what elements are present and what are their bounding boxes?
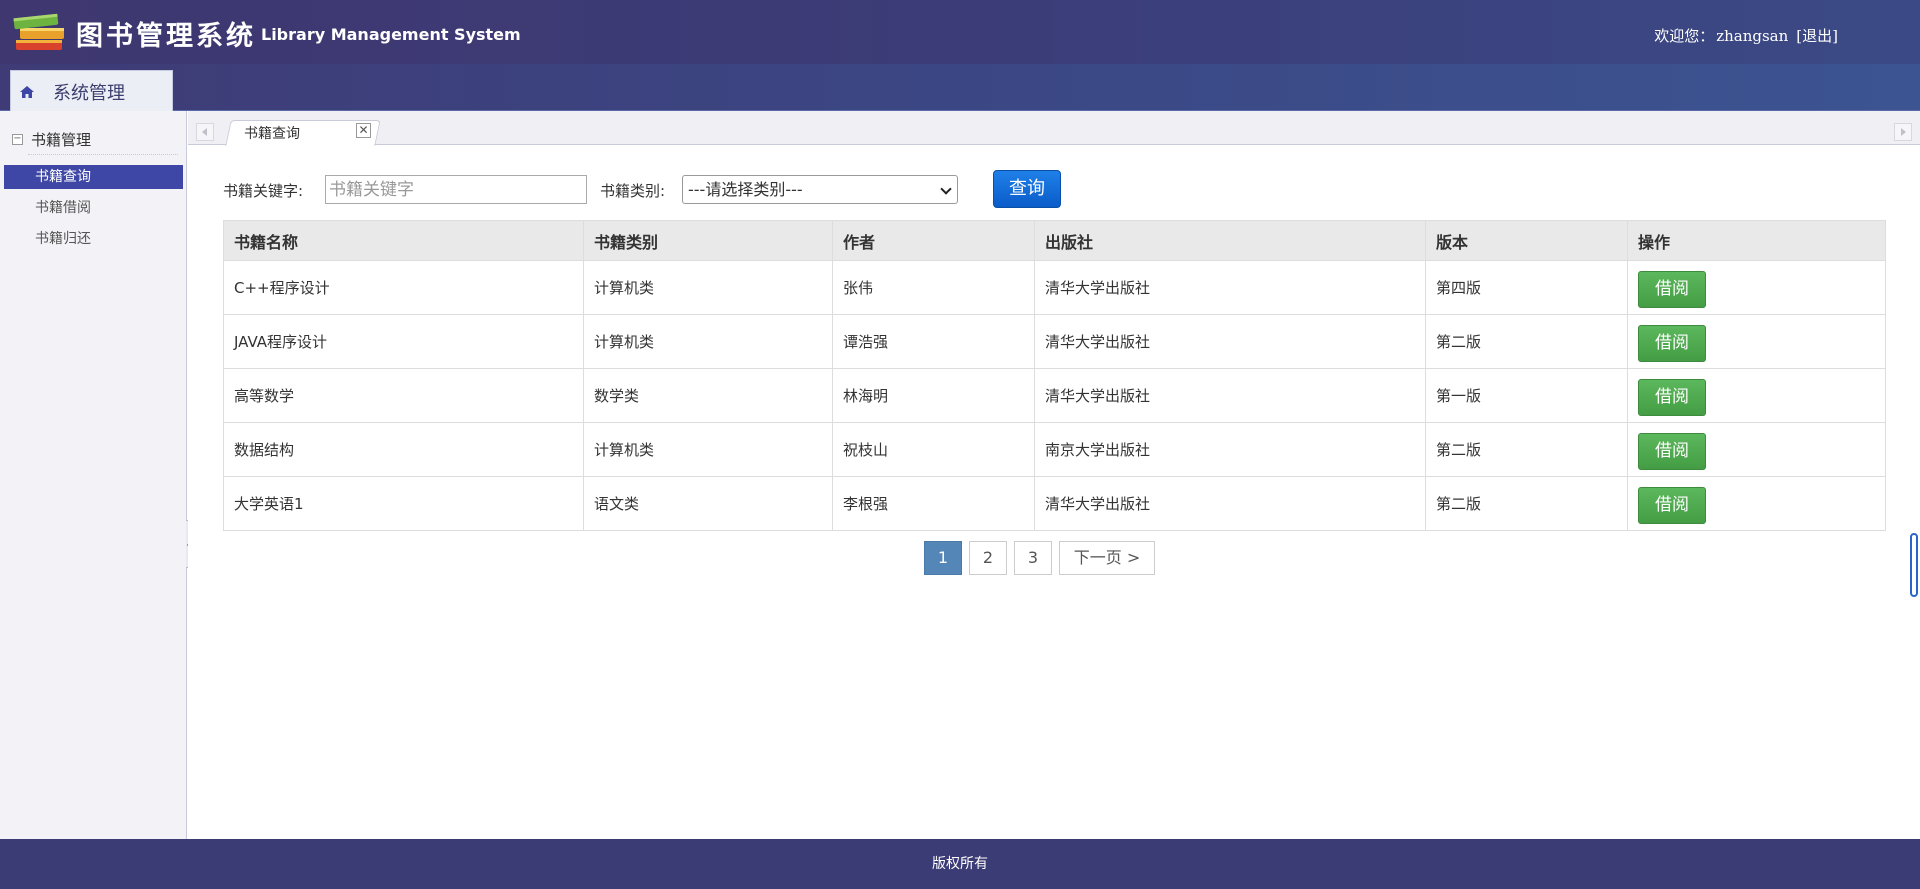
- category-label: 书籍类别:: [600, 182, 666, 200]
- keyword-label: 书籍关键字:: [223, 182, 304, 200]
- col-header-action: 操作: [1627, 220, 1886, 261]
- app-subtitle: Library Management System: [261, 25, 521, 44]
- query-button[interactable]: 查询: [993, 170, 1061, 208]
- page-2-button[interactable]: 2: [969, 541, 1007, 575]
- cell-edition: 第四版: [1425, 260, 1628, 315]
- keyword-input[interactable]: [325, 175, 587, 204]
- category-selected-value: ---请选择类别---: [688, 180, 803, 199]
- cell-edition: 第二版: [1425, 314, 1628, 369]
- scrollbar-thumb[interactable]: [1910, 533, 1918, 597]
- top-nav: 系统管理: [0, 64, 1920, 112]
- cell-author: 张伟: [832, 260, 1035, 315]
- footer: 版权所有: [0, 839, 1920, 889]
- tab-scroll-right-icon[interactable]: [1894, 123, 1912, 141]
- cell-category: 计算机类: [583, 422, 833, 477]
- books-logo-icon: [13, 13, 64, 50]
- sidebar: − 书籍管理 书籍查询 书籍借阅 书籍归还: [0, 111, 187, 839]
- app-header: 图书管理系统 Library Management System 欢迎您： zha…: [0, 0, 1920, 64]
- cell-author: 谭浩强: [832, 314, 1035, 369]
- app-title: 图书管理系统: [76, 21, 256, 52]
- cell-publisher: 南京大学出版社: [1034, 422, 1426, 477]
- sidebar-item-book-borrow[interactable]: 书籍借阅: [4, 196, 183, 220]
- tab-strip: 书籍查询 ✕: [188, 111, 1920, 146]
- tab-label[interactable]: 书籍查询: [244, 123, 300, 143]
- table-row: JAVA程序设计 计算机类 谭浩强 清华大学出版社 第二版 借阅: [223, 314, 1886, 369]
- col-header-author: 作者: [832, 220, 1035, 261]
- cell-author: 祝枝山: [832, 422, 1035, 477]
- col-header-category: 书籍类别: [583, 220, 833, 261]
- cell-publisher: 清华大学出版社: [1034, 314, 1426, 369]
- sidebar-divider: [28, 154, 178, 155]
- cell-action: 借阅: [1627, 260, 1886, 315]
- cell-author: 李根强: [832, 476, 1035, 531]
- cell-author: 林海明: [832, 368, 1035, 423]
- cell-edition: 第一版: [1425, 368, 1628, 423]
- cell-action: 借阅: [1627, 422, 1886, 477]
- cell-edition: 第二版: [1425, 422, 1628, 477]
- table-row: 大学英语1 语文类 李根强 清华大学出版社 第二版 借阅: [223, 476, 1886, 531]
- search-form: 书籍关键字: 书籍类别: ---请选择类别--- 查询: [223, 170, 1920, 208]
- table-row: 高等数学 数学类 林海明 清华大学出版社 第一版 借阅: [223, 368, 1886, 423]
- tab-close-icon[interactable]: ✕: [356, 123, 371, 138]
- nav-tab-label: 系统管理: [53, 82, 125, 104]
- cell-name: C++程序设计: [223, 260, 584, 315]
- main-content: 书籍关键字: 书籍类别: ---请选择类别--- 查询 书籍名称 书籍类别 作者…: [188, 146, 1920, 839]
- borrow-button[interactable]: 借阅: [1638, 487, 1706, 524]
- chevron-down-icon: [940, 183, 952, 195]
- cell-action: 借阅: [1627, 368, 1886, 423]
- table-header-row: 书籍名称 书籍类别 作者 出版社 版本 操作: [223, 220, 1886, 261]
- borrow-button[interactable]: 借阅: [1638, 271, 1706, 308]
- sidebar-item-book-search[interactable]: 书籍查询: [4, 165, 183, 189]
- sidebar-item-book-return[interactable]: 书籍归还: [4, 227, 183, 251]
- cell-category: 计算机类: [583, 260, 833, 315]
- cell-category: 语文类: [583, 476, 833, 531]
- borrow-button[interactable]: 借阅: [1638, 433, 1706, 470]
- cell-action: 借阅: [1627, 314, 1886, 369]
- username: zhangsan: [1716, 27, 1789, 45]
- category-select[interactable]: ---请选择类别---: [682, 175, 958, 204]
- cell-category: 计算机类: [583, 314, 833, 369]
- home-icon: [20, 85, 34, 98]
- table-row: 数据结构 计算机类 祝枝山 南京大学出版社 第二版 借阅: [223, 422, 1886, 477]
- cell-name: 高等数学: [223, 368, 584, 423]
- books-table: 书籍名称 书籍类别 作者 出版社 版本 操作 C++程序设计 计算机类 张伟 清…: [223, 220, 1886, 531]
- welcome-prefix: 欢迎您：: [1654, 27, 1715, 45]
- cell-publisher: 清华大学出版社: [1034, 368, 1426, 423]
- cell-name: JAVA程序设计: [223, 314, 584, 369]
- cell-action: 借阅: [1627, 476, 1886, 531]
- nav-tab-system-management[interactable]: 系统管理: [10, 70, 173, 112]
- page-3-button[interactable]: 3: [1014, 541, 1052, 575]
- cell-publisher: 清华大学出版社: [1034, 260, 1426, 315]
- collapse-minus-icon[interactable]: −: [12, 134, 23, 145]
- cell-category: 数学类: [583, 368, 833, 423]
- cell-name: 大学英语1: [223, 476, 584, 531]
- tab-scroll-left-icon[interactable]: [196, 123, 214, 141]
- sidebar-group-book-management[interactable]: − 书籍管理: [12, 129, 91, 150]
- logout-link[interactable]: [退出]: [1796, 27, 1838, 45]
- next-page-button[interactable]: 下一页 >: [1059, 541, 1155, 575]
- borrow-button[interactable]: 借阅: [1638, 379, 1706, 416]
- col-header-name: 书籍名称: [223, 220, 584, 261]
- cell-edition: 第二版: [1425, 476, 1628, 531]
- col-header-publisher: 出版社: [1034, 220, 1426, 261]
- page-1-button[interactable]: 1: [924, 541, 962, 575]
- table-row: C++程序设计 计算机类 张伟 清华大学出版社 第四版 借阅: [223, 260, 1886, 315]
- col-header-edition: 版本: [1425, 220, 1628, 261]
- cell-publisher: 清华大学出版社: [1034, 476, 1426, 531]
- borrow-button[interactable]: 借阅: [1638, 325, 1706, 362]
- sidebar-group-label: 书籍管理: [31, 131, 92, 149]
- user-welcome: 欢迎您： zhangsan [退出]: [1654, 25, 1838, 46]
- cell-name: 数据结构: [223, 422, 584, 477]
